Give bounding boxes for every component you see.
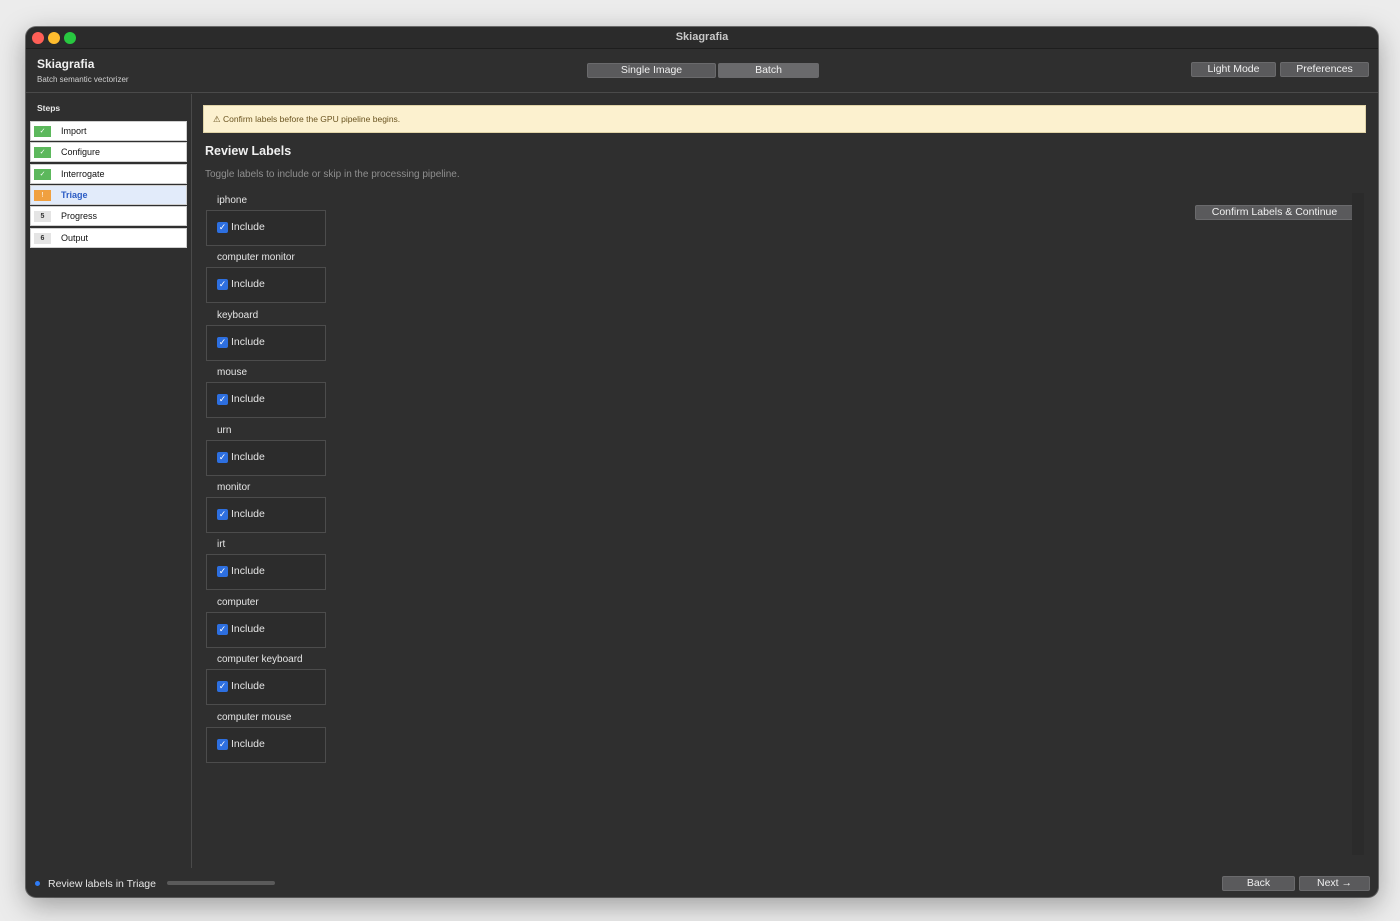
check-icon: ✓ <box>34 168 51 180</box>
next-button[interactable]: Next → <box>1299 876 1370 891</box>
page-subtitle: Toggle labels to include or skip in the … <box>205 169 460 180</box>
label-toggle-card: ✓ Include <box>206 267 326 304</box>
sidebar-step-triage[interactable]: ! Triage <box>30 184 187 205</box>
banner-text: ⚠ Confirm labels before the GPU pipeline… <box>213 114 401 124</box>
sidebar-step-output[interactable]: 6 Output <box>30 227 187 248</box>
label-toggle-card: ✓ Include <box>206 497 326 533</box>
window-title: Skiagrafia <box>675 31 729 43</box>
tab-single-image[interactable]: Single Image <box>587 63 716 78</box>
page-title: Review Labels <box>205 144 292 158</box>
include-label[interactable]: Include <box>231 278 265 290</box>
include-label[interactable]: Include <box>231 738 265 750</box>
include-checkbox[interactable]: ✓ <box>217 566 228 578</box>
confirm-labels-button[interactable]: Confirm Labels & Continue <box>1195 205 1354 220</box>
step-label: Import <box>61 126 87 136</box>
include-checkbox[interactable]: ✓ <box>217 509 228 520</box>
sidebar-step-import[interactable]: ✓ Import <box>30 121 187 141</box>
sidebar-step-configure[interactable]: ✓ Configure <box>30 142 187 163</box>
include-checkbox[interactable]: ✓ <box>217 623 228 635</box>
include-label[interactable]: Include <box>231 565 265 577</box>
step-label: Progress <box>61 211 98 222</box>
status-progress-bar <box>167 881 275 885</box>
title-bar: Skiagrafia <box>26 27 1378 49</box>
status-indicator-icon <box>35 881 40 886</box>
tab-batch[interactable]: Batch <box>718 63 819 78</box>
include-label[interactable]: Include <box>231 221 265 233</box>
include-checkbox[interactable]: ✓ <box>217 394 228 406</box>
step-label: Triage <box>61 189 88 200</box>
check-icon: ✓ <box>34 126 51 137</box>
include-checkbox[interactable]: ✓ <box>217 336 228 348</box>
include-checkbox[interactable]: ✓ <box>217 738 228 750</box>
label-toggle-card: ✓ Include <box>206 210 326 246</box>
label-name: irt <box>217 539 226 551</box>
label-toggle-card: ✓ Include <box>206 726 326 763</box>
warning-banner: ⚠ Confirm labels before the GPU pipeline… <box>203 105 1366 133</box>
include-label[interactable]: Include <box>231 508 265 520</box>
include-label[interactable]: Include <box>231 451 265 463</box>
label-toggle-card: ✓ Include <box>206 439 326 476</box>
label-toggle-card: ✓ Include <box>206 382 326 419</box>
label-name: iphone <box>217 195 248 206</box>
include-checkbox[interactable]: ✓ <box>217 279 228 291</box>
alert-icon: ! <box>34 189 51 201</box>
label-name: computer keyboard <box>217 654 303 666</box>
label-name: mouse <box>217 367 248 379</box>
sidebar-step-interrogate[interactable]: ✓ Interrogate <box>30 163 187 184</box>
step-number-badge: 5 <box>34 211 51 223</box>
app-window: Skiagrafia Skiagrafia Batch semantic vec… <box>26 27 1378 897</box>
label-name: keyboard <box>217 309 259 321</box>
app-subtitle: Batch semantic vectorizer <box>37 75 129 84</box>
label-name: monitor <box>217 482 251 493</box>
label-name: computer mouse <box>217 711 292 723</box>
check-icon: ✓ <box>34 147 51 159</box>
label-name: computer monitor <box>217 252 295 264</box>
preferences-button[interactable]: Preferences <box>1280 62 1369 77</box>
include-checkbox[interactable]: ✓ <box>217 222 228 233</box>
include-checkbox[interactable]: ✓ <box>217 451 228 463</box>
include-checkbox[interactable]: ✓ <box>217 681 228 693</box>
include-label[interactable]: Include <box>231 336 265 348</box>
label-toggle-card: ✓ Include <box>206 611 326 648</box>
app-header: Skiagrafia Batch semantic vectorizer Sin… <box>26 50 1378 93</box>
step-number-badge: 6 <box>34 232 51 244</box>
label-toggle-card: ✓ Include <box>206 554 326 591</box>
steps-sidebar: Steps ✓ Import ✓ Configure ✓ Interrogate! Tria… <box>26 94 192 868</box>
sidebar-step-progress[interactable]: 5 Progress <box>30 206 187 227</box>
include-label[interactable]: Include <box>231 623 265 635</box>
status-text: Review labels in Triage <box>48 878 156 890</box>
step-label: Output <box>61 232 89 243</box>
app-name: Skiagrafia <box>37 57 95 71</box>
label-toggle-card: ✓ Include <box>206 324 326 361</box>
step-label: Configure <box>61 147 101 158</box>
include-label[interactable]: Include <box>231 680 265 692</box>
back-button[interactable]: Back <box>1222 876 1295 891</box>
labels-scrollbar[interactable] <box>1352 193 1364 855</box>
label-name: computer <box>217 596 259 608</box>
step-label: Interrogate <box>61 168 105 179</box>
label-name: urn <box>217 424 232 436</box>
light-mode-button[interactable]: Light Mode <box>1191 62 1276 77</box>
steps-title: Steps <box>37 103 61 113</box>
label-toggle-card: ✓ Include <box>206 669 326 706</box>
include-label[interactable]: Include <box>231 393 265 405</box>
